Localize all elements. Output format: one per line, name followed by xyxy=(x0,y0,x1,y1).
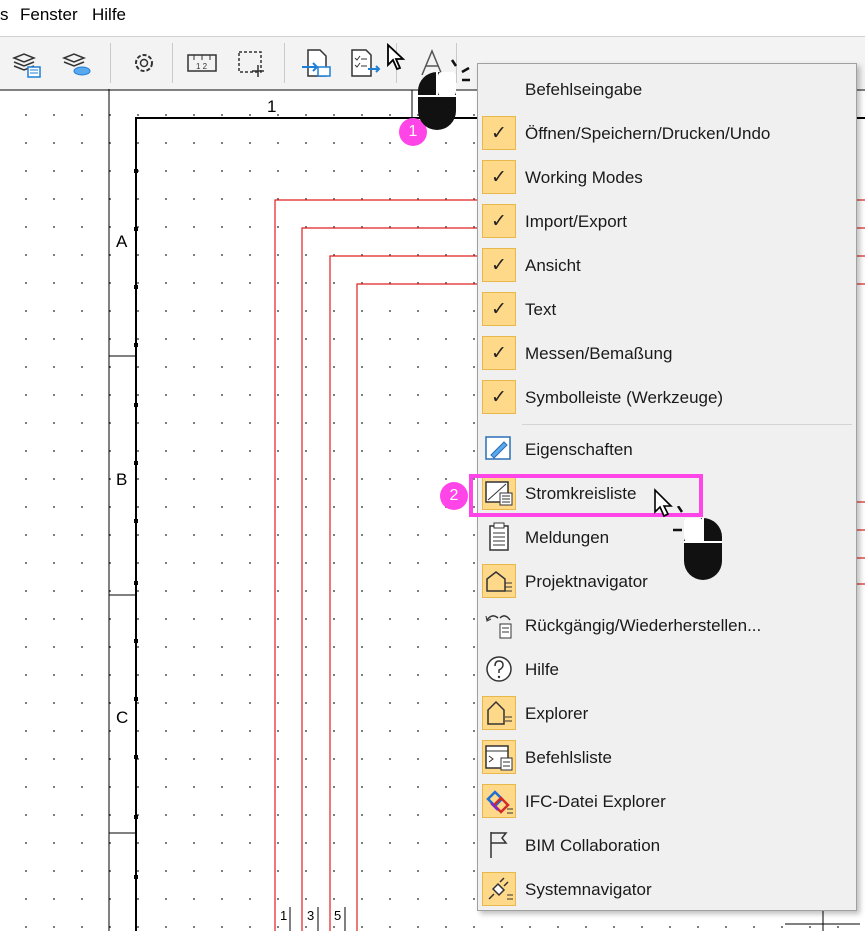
menu-item-explorer[interactable]: Explorer xyxy=(478,692,856,736)
menu-item-ifc-explorer[interactable]: IFC-Datei Explorer xyxy=(478,780,856,824)
menu-item-label: Messen/Bemaßung xyxy=(525,344,673,363)
menu-item-ansicht[interactable]: ✓ Ansicht xyxy=(478,244,856,288)
clipboard-icon xyxy=(482,520,516,554)
check-icon: ✓ xyxy=(482,248,516,282)
svg-text:1 2: 1 2 xyxy=(196,62,208,71)
menu-item-label: Symbolleiste (Werkzeuge) xyxy=(525,388,724,407)
menu-item-label: Eigenschaften xyxy=(525,440,633,459)
menu-item-befehlsliste[interactable]: Befehlsliste xyxy=(478,736,856,780)
wire-label-5: 5 xyxy=(334,908,342,923)
layers-list-icon[interactable] xyxy=(8,45,44,81)
menu-item-label: Import/Export xyxy=(525,212,628,231)
menu-item-label: Meldungen xyxy=(525,528,610,547)
help-icon xyxy=(482,652,516,686)
menu-separator xyxy=(522,424,852,425)
check-icon: ✓ xyxy=(482,292,516,326)
menu-item-befehlseingabe[interactable]: Befehlseingabe xyxy=(478,68,856,112)
explorer-icon xyxy=(482,696,516,730)
ruler-icon[interactable]: 1 2 xyxy=(184,45,220,81)
mouse-right-click-icon xyxy=(412,58,472,134)
check-icon: ✓ xyxy=(482,336,516,370)
flag-icon xyxy=(482,828,516,862)
menu-item-eigenschaften[interactable]: Eigenschaften xyxy=(478,428,856,472)
menu-item-label: BIM Collaboration xyxy=(525,836,661,855)
menu-item-hilfe[interactable]: Hilfe xyxy=(92,5,126,25)
import-icon[interactable] xyxy=(298,45,334,81)
wire-label-1: 1 xyxy=(280,908,288,923)
check-icon: ✓ xyxy=(482,204,516,238)
menu-item-label: Befehlseingabe xyxy=(525,80,643,99)
export-checklist-icon[interactable] xyxy=(346,45,382,81)
toolbar-separator xyxy=(110,43,111,83)
menu-item-hilfe[interactable]: Hilfe xyxy=(478,648,856,692)
menu-item-bim-collaboration[interactable]: BIM Collaboration xyxy=(478,824,856,868)
menu-item-label: Explorer xyxy=(525,704,589,723)
step-badge-2: 2 xyxy=(440,482,468,510)
menu-item-text[interactable]: ✓ Text xyxy=(478,288,856,332)
row-label-a: A xyxy=(116,232,128,251)
menu-item-rueckgaengig[interactable]: Rückgängig/Wiederherstellen... xyxy=(478,604,856,648)
select-move-icon[interactable] xyxy=(234,45,270,81)
menu-item-import-export[interactable]: ✓ Import/Export xyxy=(478,200,856,244)
plug-icon xyxy=(482,872,516,906)
check-icon: ✓ xyxy=(482,160,516,194)
menu-item-working-modes[interactable]: ✓ Working Modes xyxy=(478,156,856,200)
ifc-explorer-icon xyxy=(482,784,516,818)
row-label-b: B xyxy=(116,470,128,489)
mouse-left-click-icon xyxy=(670,505,726,582)
properties-icon xyxy=(482,432,516,466)
menu-item-fenster[interactable]: Fenster xyxy=(20,5,78,25)
menu-item-label: Öffnen/Speichern/Drucken/Undo xyxy=(525,124,771,143)
project-navigator-icon xyxy=(482,564,516,598)
menu-item-symbolleiste[interactable]: ✓ Symbolleiste (Werkzeuge) xyxy=(478,376,856,420)
gear-icon[interactable] xyxy=(126,45,162,81)
menu-item-label: Working Modes xyxy=(525,168,643,187)
row-label-c: C xyxy=(116,708,129,727)
menu-item-label: Rückgängig/Wiederherstellen... xyxy=(525,616,762,635)
toolbar-separator xyxy=(284,43,285,83)
command-list-icon xyxy=(482,740,516,774)
layers-color-icon[interactable] xyxy=(58,45,94,81)
menu-item-label: Systemnavigator xyxy=(525,880,652,899)
menu-item-systemnavigator[interactable]: Systemnavigator xyxy=(478,868,856,912)
menu-item-label: IFC-Datei Explorer xyxy=(525,792,666,811)
wire-label-3: 3 xyxy=(307,908,315,923)
menu-item-label: Ansicht xyxy=(525,256,581,275)
column-label: 1 xyxy=(267,97,277,116)
toolbar-separator xyxy=(172,43,173,83)
menu-item-s[interactable]: s xyxy=(0,5,9,25)
menu-item-oeffnen-speichern[interactable]: ✓ Öffnen/Speichern/Drucken/Undo xyxy=(478,112,856,156)
menu-item-label: Projektnavigator xyxy=(525,572,648,591)
menu-item-label: Hilfe xyxy=(525,660,560,679)
menu-item-projektnavigator[interactable]: Projektnavigator xyxy=(478,560,856,604)
check-icon: ✓ xyxy=(482,116,516,150)
menu-bar: s Fenster Hilfe xyxy=(0,0,865,30)
menu-item-label: Text xyxy=(525,300,557,319)
undo-redo-icon xyxy=(482,608,516,642)
menu-item-label: Befehlsliste xyxy=(525,748,612,767)
menu-item-messen-bemassung[interactable]: ✓ Messen/Bemaßung xyxy=(478,332,856,376)
check-icon: ✓ xyxy=(482,380,516,414)
